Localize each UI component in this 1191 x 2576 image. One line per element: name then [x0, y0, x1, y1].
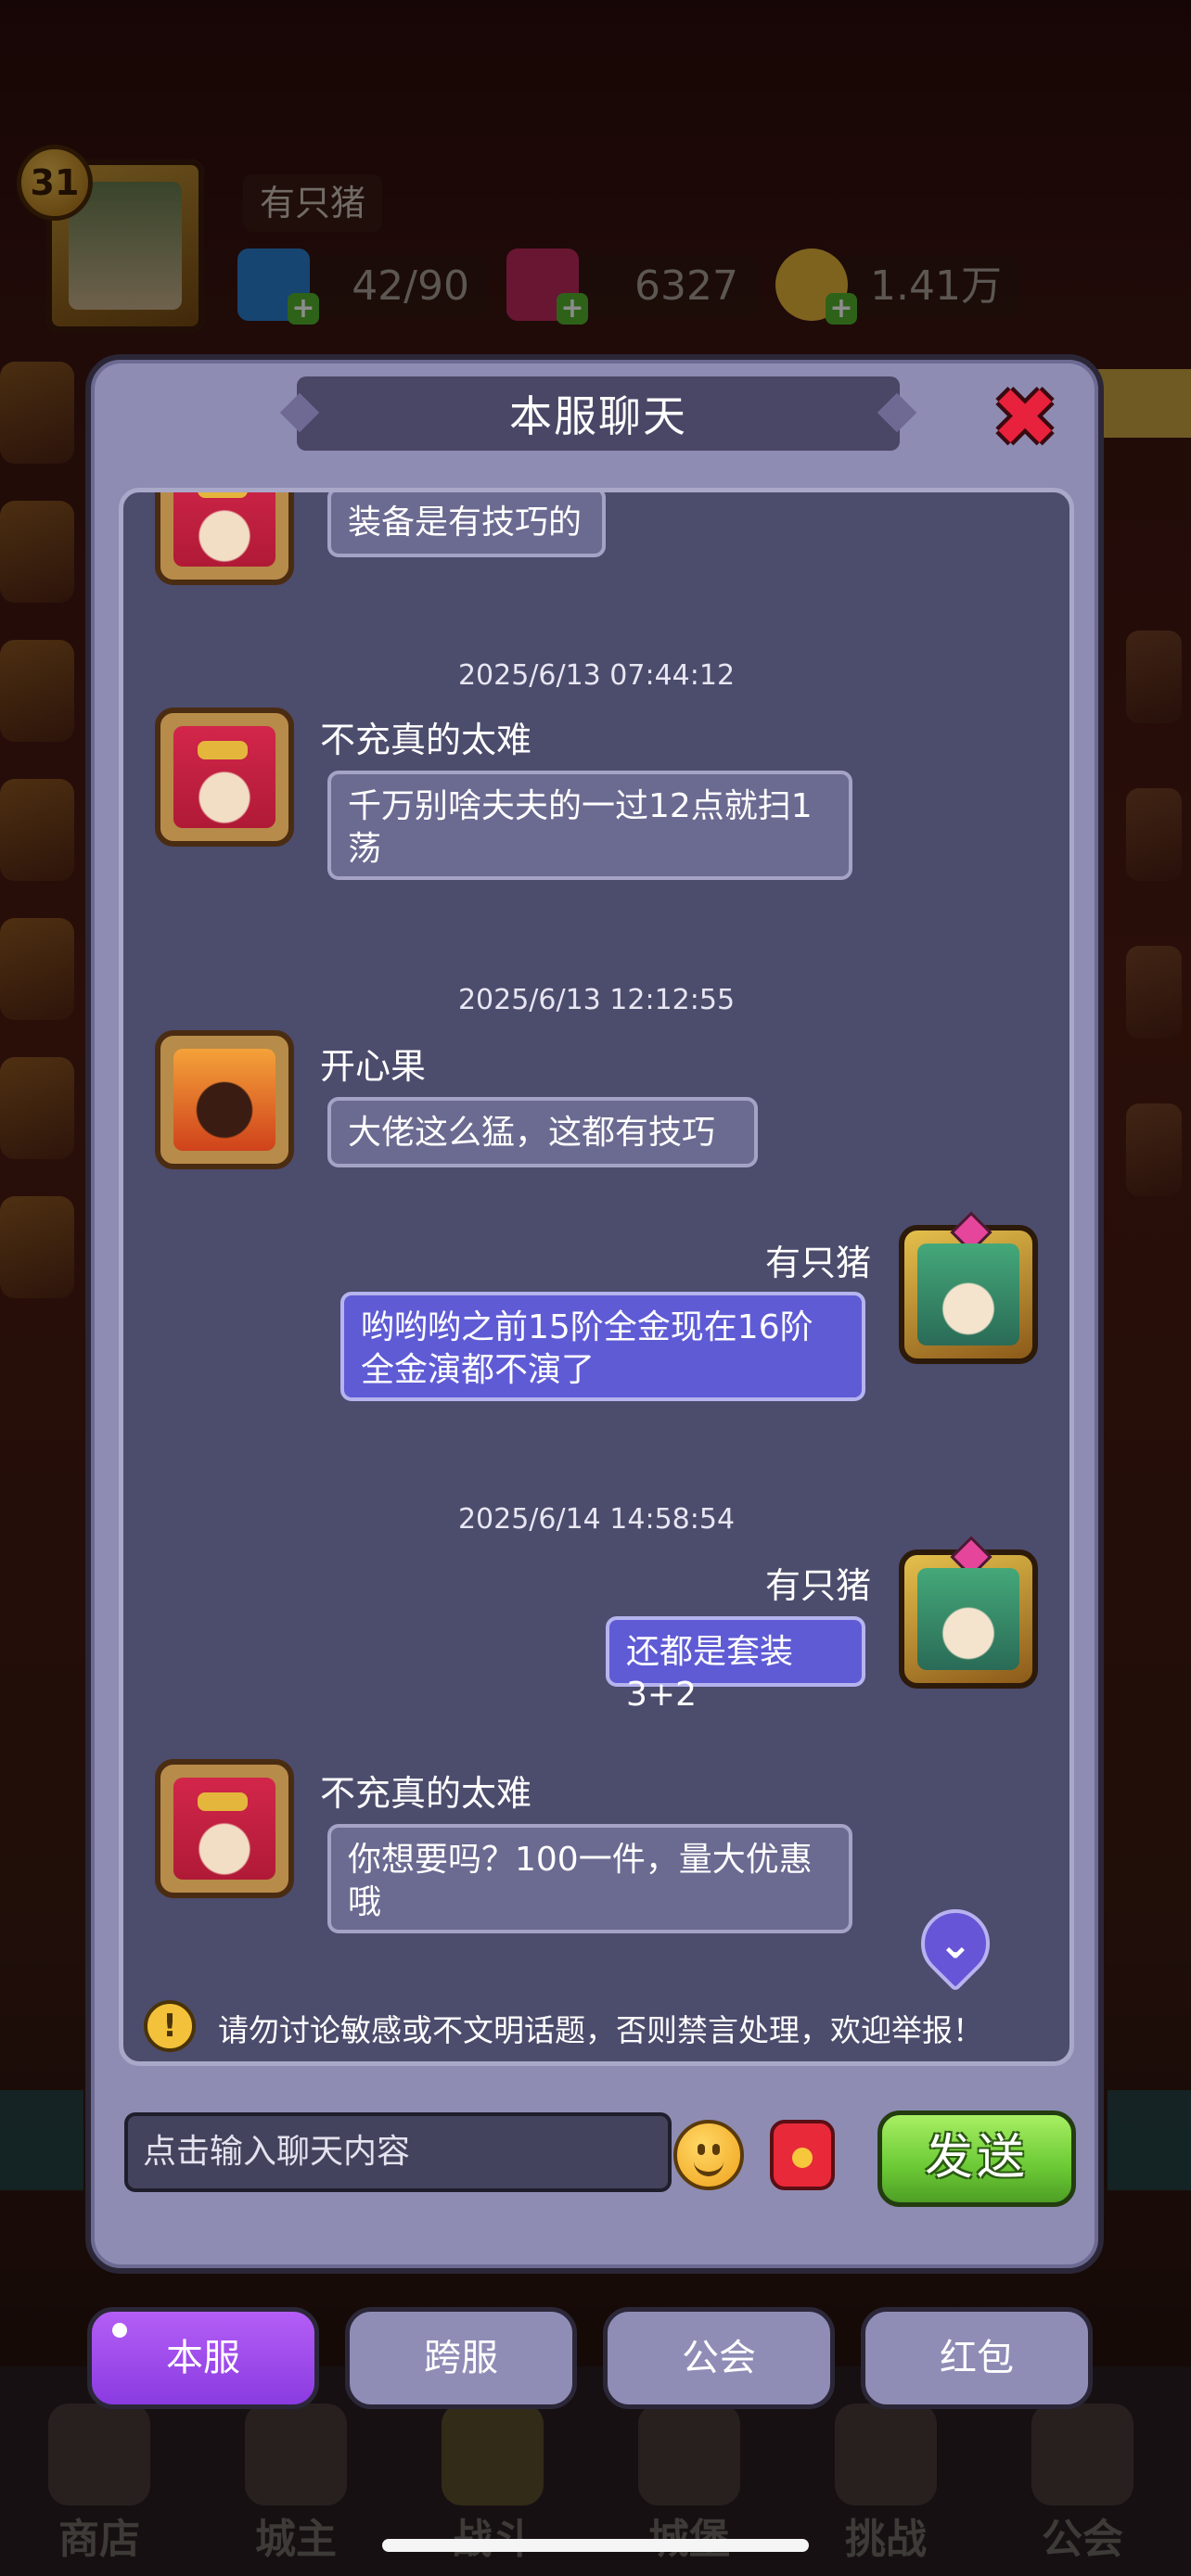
sender-name: 有只猪	[764, 1243, 871, 1283]
message-bubble: 千万别啥夫夫的一过12点就扫1荡	[327, 771, 852, 880]
red-hair-avatar[interactable]	[155, 708, 294, 847]
close-icon: ✖	[991, 372, 1059, 465]
message-bubble: 你想要吗？100一件，量大优惠哦	[327, 1824, 852, 1933]
avatar-portrait	[173, 726, 275, 828]
send-button[interactable]: 发送	[877, 2111, 1076, 2207]
sender-name: 不充真的太难	[320, 1773, 532, 1814]
tab-cross-server[interactable]: 跨服	[345, 2307, 577, 2409]
smile-icon	[694, 2159, 724, 2176]
message-bubble: 还都是套装3+2	[606, 1616, 865, 1714]
avatar-portrait	[173, 492, 275, 567]
red-hair-avatar[interactable]	[155, 1759, 294, 1898]
avatar-portrait	[173, 1778, 275, 1880]
dialog-title: 本服聊天	[509, 391, 687, 441]
warning-icon: !	[144, 2000, 196, 2052]
chat-message-list[interactable]: 装备是有技巧的 2025/6/13 07:44:12 不充真的太难 千万别啥夫夫…	[119, 488, 1074, 2066]
timestamp: 2025/6/14 14:58:54	[457, 1503, 736, 1536]
title-plate: 本服聊天	[297, 376, 900, 451]
timestamp: 2025/6/13 12:12:55	[457, 984, 736, 1016]
home-indicator[interactable]	[382, 2539, 809, 2552]
message-bubble: 哟哟哟之前15阶全金现在16阶全金演都不演了	[340, 1292, 865, 1401]
scroll-to-bottom-button[interactable]: ⌄	[906, 1894, 1005, 1993]
chat-rules-notice: 请勿讨论敏感或不文明话题，否则禁言处理，欢迎举报！	[218, 2012, 983, 2048]
emoji-button[interactable]	[673, 2120, 744, 2190]
avatar-portrait	[917, 1568, 1019, 1670]
fire-warrior-avatar[interactable]	[155, 1030, 294, 1169]
message-bubble: 大佬这么猛，这都有技巧	[327, 1097, 758, 1167]
red-packet-button[interactable]	[770, 2120, 835, 2190]
close-button[interactable]: ✖	[987, 372, 1063, 465]
timestamp: 2025/6/13 07:44:12	[457, 659, 736, 692]
red-hair-avatar[interactable]	[155, 492, 294, 585]
sender-name: 开心果	[320, 1046, 427, 1087]
red-packet-icon	[792, 2148, 813, 2168]
sender-name: 有只猪	[764, 1565, 871, 1606]
chevron-down-icon: ⌄	[938, 1920, 973, 1969]
green-hair-avatar[interactable]	[899, 1225, 1038, 1364]
tab-red-packet[interactable]: 红包	[861, 2307, 1093, 2409]
sender-name: 不充真的太难	[320, 720, 532, 760]
avatar-portrait	[173, 1049, 275, 1151]
message-bubble: 装备是有技巧的	[327, 492, 606, 557]
chat-input[interactable]: 点击输入聊天内容	[124, 2112, 672, 2192]
tab-server[interactable]: 本服	[87, 2307, 319, 2409]
green-hair-avatar[interactable]	[899, 1549, 1038, 1689]
avatar-portrait	[917, 1243, 1019, 1345]
tab-guild[interactable]: 公会	[603, 2307, 835, 2409]
chat-dialog: 本服聊天 ✖ 装备是有技巧的 2025/6/13 07:44:12 不充真的太难…	[85, 354, 1104, 2274]
